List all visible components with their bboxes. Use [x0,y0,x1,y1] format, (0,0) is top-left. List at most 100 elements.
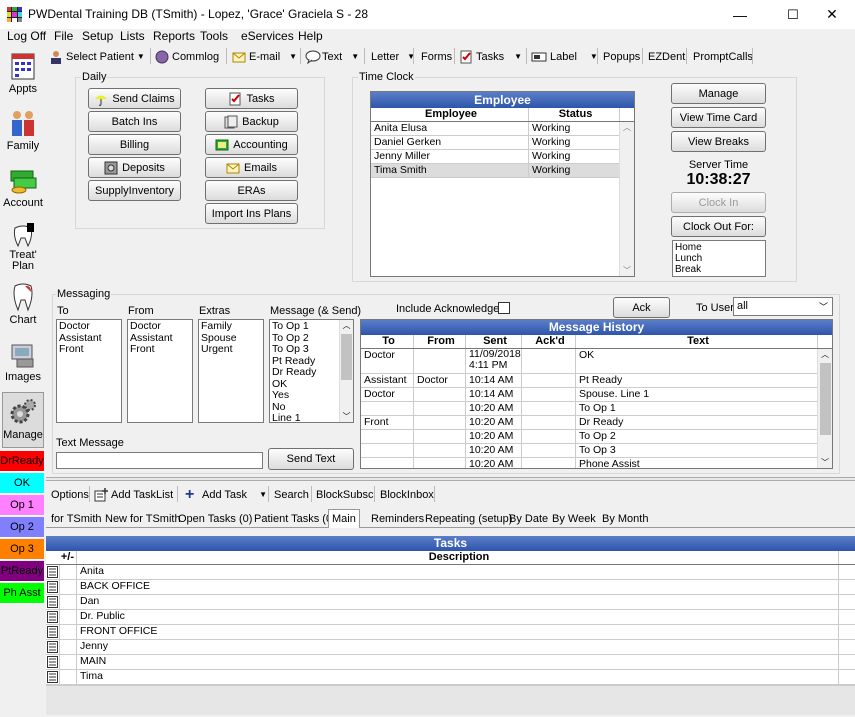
tab-main[interactable]: Main [328,509,360,528]
add-task-button[interactable]: + Add Task ▼ [182,485,270,504]
batch-ins-button[interactable]: Batch Ins [88,111,181,132]
accounting-button[interactable]: Accounting [205,134,298,155]
blockinbox-button[interactable]: BlockInbox [377,485,437,504]
scroll-thumb[interactable] [820,363,831,435]
scroll-down-icon[interactable]: ﹀ [620,265,634,276]
menu-log-off[interactable]: Log Off [7,29,46,43]
message-row[interactable]: Assistant Doctor 10:14 AM Pt Ready [361,374,832,388]
menu-eservices[interactable]: eServices [241,29,294,43]
tab-by-date[interactable]: By Date [506,509,551,528]
include-acknowledged-checkbox[interactable] [498,302,510,314]
select-patient-button[interactable]: Select Patient ▼ [46,47,148,66]
to-item[interactable]: Front [59,343,119,356]
message-list[interactable]: To Op 1 To Op 2 To Op 3 Pt Ready Dr Read… [269,319,354,423]
popups-button[interactable]: Popups [600,47,643,66]
tasks-toolbar-button[interactable]: Tasks ▼ [456,47,525,66]
deposits-button[interactable]: Deposits [88,157,181,178]
task-list-row[interactable]: Jenny [46,640,855,655]
tab-reminders[interactable]: Reminders [368,509,427,528]
send-text-button[interactable]: Send Text [268,448,354,470]
eras-button[interactable]: ERAs [205,180,298,201]
promptcalls-button[interactable]: PromptCalls [690,47,756,66]
chevron-down-icon[interactable]: ▼ [514,52,522,61]
message-list-scrollbar[interactable]: ︿ ﹀ [339,320,353,422]
chevron-down-icon[interactable]: ▼ [137,52,145,61]
extras-item[interactable]: Family [201,320,261,333]
message-row[interactable]: Doctor 10:14 AM Spouse. Line 1 [361,388,832,402]
task-list-row[interactable]: Anita [46,565,855,580]
emails-button[interactable]: Emails [205,157,298,178]
billing-button[interactable]: Billing [88,134,181,155]
search-button[interactable]: Search [271,485,312,504]
minimize-button[interactable]: — [717,0,763,29]
status-ok[interactable]: OK [0,473,44,494]
status-op1[interactable]: Op 1 [0,495,44,516]
daily-tasks-button[interactable]: Tasks [205,88,298,109]
status-op2[interactable]: Op 2 [0,517,44,538]
chevron-down-icon[interactable]: ▼ [351,52,359,61]
status-op3[interactable]: Op 3 [0,539,44,560]
commlog-button[interactable]: Commlog [152,47,222,66]
message-history-scrollbar[interactable]: ︿ ﹀ [817,349,832,468]
clock-in-button[interactable]: Clock In [671,192,766,213]
from-list[interactable]: Doctor Assistant Front [127,319,193,423]
chevron-down-icon[interactable]: ▼ [259,490,267,499]
task-expand[interactable] [60,595,77,609]
clock-out-for-button[interactable]: Clock Out For: [671,216,766,237]
status-ptready[interactable]: PtReady [0,561,44,582]
text-message-input[interactable] [56,452,263,469]
message-row[interactable]: 10:20 AM To Op 1 [361,402,832,416]
task-expand[interactable] [60,670,77,684]
menu-file[interactable]: File [54,29,73,43]
clock-out-option[interactable]: Lunch [675,253,763,264]
clock-out-reason-list[interactable]: Home Lunch Break [672,240,766,277]
blocksubsc-button[interactable]: BlockSubsc [313,485,376,504]
letter-button[interactable]: Letter ▼ [368,47,418,66]
task-expand[interactable] [60,625,77,639]
import-ins-plans-button[interactable]: Import Ins Plans [205,203,298,224]
status-drready[interactable]: DrReady [0,451,44,472]
employee-row[interactable]: Anita Elusa Working [371,122,634,136]
task-list-row[interactable]: MAIN [46,655,855,670]
clock-out-option[interactable]: Break [675,264,763,275]
scroll-down-icon[interactable]: ﹀ [818,457,832,468]
scroll-thumb[interactable] [341,334,352,380]
manage-button[interactable]: Manage [671,83,766,104]
message-row[interactable]: Front 10:20 AM Dr Ready [361,416,832,430]
employee-row[interactable]: Jenny Miller Working [371,150,634,164]
tab-open-tasks[interactable]: Open Tasks (0) [175,509,255,528]
module-account[interactable]: Account [2,161,44,217]
chevron-down-icon[interactable]: ▼ [289,52,297,61]
module-manage[interactable]: Manage [2,392,44,448]
menu-help[interactable]: Help [298,29,323,43]
message-row[interactable]: 10:20 AM Phone Assist [361,458,832,468]
view-time-card-button[interactable]: View Time Card [671,107,766,128]
extras-item[interactable]: Urgent [201,343,261,356]
task-expand[interactable] [60,565,77,579]
close-button[interactable]: ✕ [809,0,855,29]
tab-new-for-tsmith[interactable]: New for TSmith [102,509,184,528]
task-expand[interactable] [60,610,77,624]
extras-list[interactable]: Family Spouse Urgent [198,319,264,423]
menu-lists[interactable]: Lists [120,29,145,43]
from-item[interactable]: Doctor [130,320,190,333]
task-list-row[interactable]: BACK OFFICE [46,580,855,595]
tab-patient-tasks[interactable]: Patient Tasks (0) [251,509,339,528]
to-user-select[interactable]: all ﹀ [733,297,833,316]
module-appts[interactable]: Appts [2,47,44,103]
splitter[interactable] [46,477,855,481]
add-tasklist-button[interactable]: Add TaskList [91,485,176,504]
scroll-up-icon[interactable]: ︿ [340,320,353,332]
status-ph-asst[interactable]: Ph Asst [0,583,44,604]
task-list-row[interactable]: Tima [46,670,855,685]
module-family[interactable]: Family [2,104,44,160]
task-list-row[interactable]: FRONT OFFICE [46,625,855,640]
scroll-down-icon[interactable]: ﹀ [340,411,353,423]
forms-button[interactable]: Forms [418,47,455,66]
tab-by-month[interactable]: By Month [599,509,651,528]
module-treat-plan[interactable]: Treat' Plan [2,218,44,276]
menu-setup[interactable]: Setup [82,29,113,43]
scroll-up-icon[interactable]: ︿ [818,349,832,360]
task-expand[interactable] [60,580,77,594]
task-list-row[interactable]: Dr. Public [46,610,855,625]
